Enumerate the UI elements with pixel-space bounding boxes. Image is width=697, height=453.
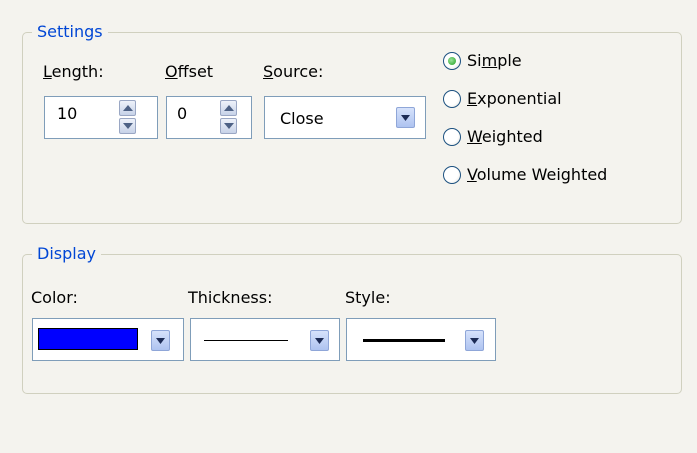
chevron-down-icon bbox=[470, 338, 479, 344]
chevron-down-icon bbox=[156, 338, 165, 344]
radio-volume-weighted-label[interactable]: Volume Weighted bbox=[467, 165, 607, 185]
radio-simple[interactable] bbox=[443, 52, 461, 70]
style-dropdown[interactable] bbox=[346, 318, 496, 361]
chevron-down-icon bbox=[401, 115, 410, 121]
arrow-up-icon bbox=[123, 105, 133, 111]
chevron-down-icon bbox=[315, 338, 324, 344]
source-label: Source: bbox=[263, 62, 324, 81]
thickness-dropdown[interactable] bbox=[190, 318, 340, 361]
display-group-title: Display bbox=[32, 243, 101, 265]
source-dropdown[interactable]: Close bbox=[264, 96, 426, 139]
length-spinner[interactable]: 10 bbox=[44, 96, 158, 139]
style-label: Style: bbox=[345, 288, 391, 307]
radio-weighted[interactable] bbox=[443, 128, 461, 146]
arrow-up-icon bbox=[224, 105, 234, 111]
radio-exponential-label[interactable]: Exponential bbox=[467, 89, 562, 109]
style-dropdown-button[interactable] bbox=[465, 330, 484, 351]
radio-selected-dot bbox=[448, 57, 456, 65]
offset-down-button[interactable] bbox=[220, 118, 237, 134]
style-line-preview bbox=[363, 339, 445, 342]
color-dropdown-button[interactable] bbox=[151, 330, 170, 351]
settings-group-title: Settings bbox=[32, 21, 108, 43]
radio-simple-label[interactable]: Simple bbox=[467, 51, 522, 71]
length-down-button[interactable] bbox=[119, 118, 136, 134]
radio-weighted-label[interactable]: Weighted bbox=[467, 127, 543, 147]
length-up-button[interactable] bbox=[119, 100, 136, 116]
radio-exponential[interactable] bbox=[443, 90, 461, 108]
thickness-label: Thickness: bbox=[188, 288, 273, 307]
color-label: Color: bbox=[31, 288, 78, 307]
offset-value[interactable]: 0 bbox=[177, 104, 187, 124]
thickness-line-preview bbox=[204, 340, 288, 341]
thickness-dropdown-button[interactable] bbox=[310, 330, 329, 351]
arrow-down-icon bbox=[123, 123, 133, 129]
length-label: Length: bbox=[43, 62, 104, 81]
offset-spinner[interactable]: 0 bbox=[166, 96, 252, 139]
color-swatch bbox=[38, 328, 138, 350]
source-dropdown-button[interactable] bbox=[396, 107, 415, 128]
color-dropdown[interactable] bbox=[32, 318, 184, 361]
arrow-down-icon bbox=[224, 123, 234, 129]
offset-label: Offset bbox=[165, 62, 214, 81]
length-value[interactable]: 10 bbox=[57, 104, 77, 124]
source-value: Close bbox=[280, 109, 324, 128]
radio-volume-weighted[interactable] bbox=[443, 166, 461, 184]
offset-up-button[interactable] bbox=[220, 100, 237, 116]
